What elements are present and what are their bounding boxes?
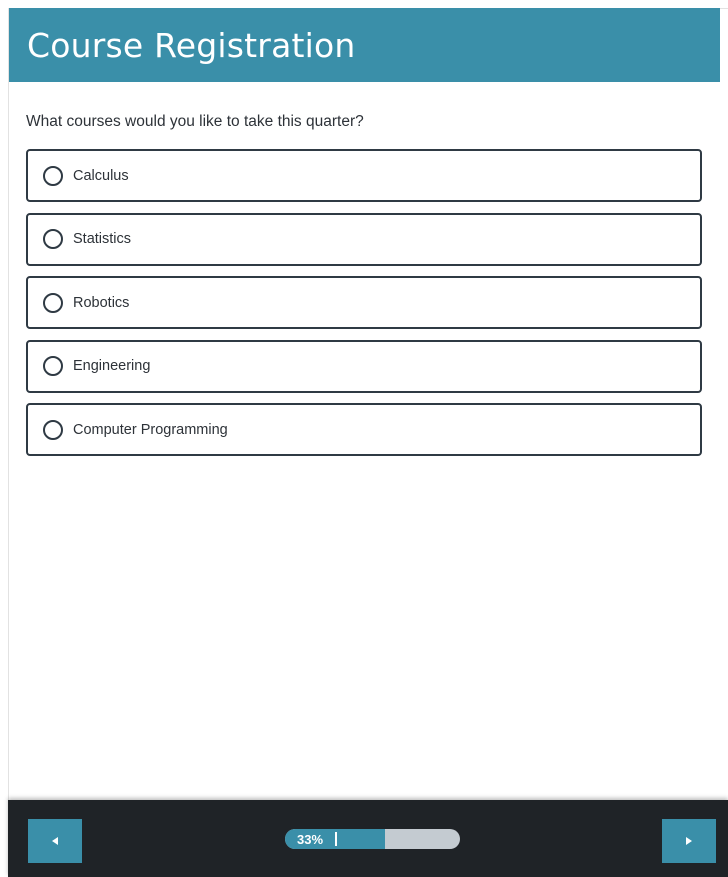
navigation-footer: 33%	[8, 800, 728, 877]
option-statistics[interactable]: Statistics	[26, 212, 702, 266]
option-label: Calculus	[73, 167, 129, 184]
option-label: Computer Programming	[73, 421, 228, 438]
page-title: Course Registration	[27, 25, 356, 65]
radio-button[interactable]	[43, 292, 63, 313]
option-label: Engineering	[73, 358, 151, 374]
option-calculus[interactable]: Calculus	[26, 149, 702, 202]
progress-divider	[335, 832, 337, 846]
options-list: Calculus Statistics Robotics Engineering…	[26, 149, 702, 467]
progress-label: 33%	[296, 831, 324, 847]
radio-button[interactable]	[43, 165, 63, 186]
progress-bar: 33%	[285, 829, 460, 849]
survey-header: Course Registration	[9, 8, 720, 82]
option-label: Robotics	[73, 294, 130, 311]
radio-button[interactable]	[43, 356, 63, 376]
option-robotics[interactable]: Robotics	[26, 276, 702, 329]
option-computer-programming[interactable]: Computer Programming	[26, 403, 702, 456]
previous-button[interactable]	[28, 819, 82, 863]
next-button[interactable]	[662, 819, 716, 863]
question-text: What courses would you like to take this…	[26, 113, 364, 130]
radio-button[interactable]	[43, 419, 63, 440]
triangle-left-icon	[52, 837, 58, 845]
option-engineering[interactable]: Engineering	[26, 339, 702, 393]
option-label: Statistics	[73, 231, 132, 247]
triangle-right-icon	[686, 837, 692, 845]
radio-button[interactable]	[43, 229, 63, 249]
